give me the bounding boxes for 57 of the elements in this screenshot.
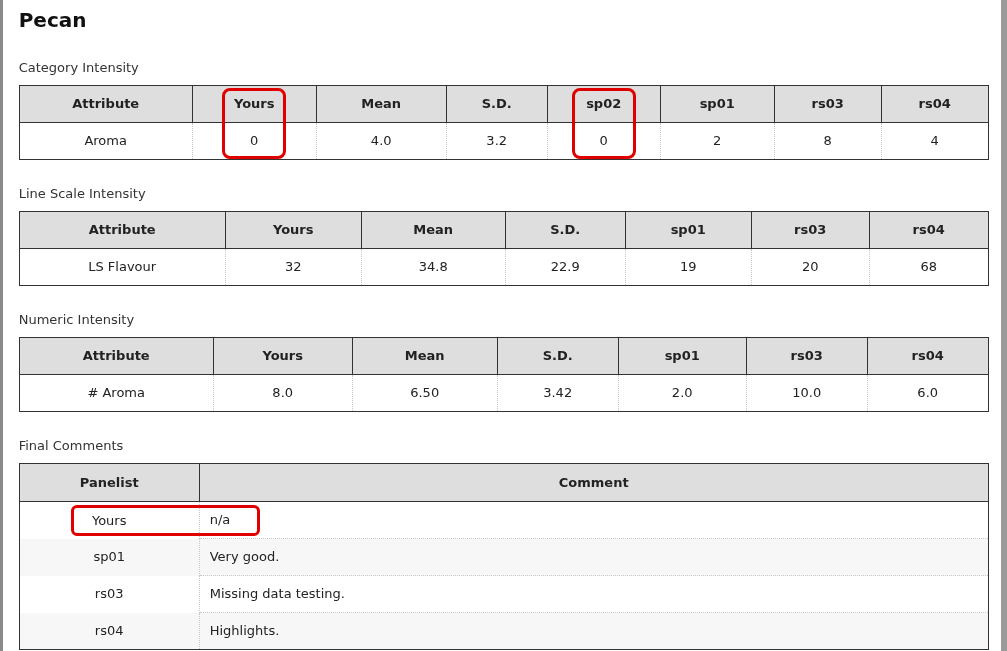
table-cell: 22.9: [505, 248, 626, 286]
column-header: Yours: [225, 211, 362, 249]
column-header: rs04: [869, 211, 989, 249]
comment-cell: n/a: [199, 501, 989, 539]
page-title: Pecan: [18, 7, 88, 34]
column-header: Attribute: [19, 337, 214, 375]
column-header: sp01: [660, 85, 775, 123]
column-header: sp01: [618, 337, 747, 375]
section-heading: Category Intensity: [18, 59, 140, 77]
column-header: Mean: [316, 85, 447, 123]
panelist-cell: sp01: [19, 538, 200, 576]
section-heading: Numeric Intensity: [18, 311, 136, 329]
column-header: rs03: [774, 85, 882, 123]
table-cell: LS Flavour: [19, 248, 226, 286]
column-header: Comment: [199, 463, 989, 502]
comment-cell: Missing data testing.: [199, 575, 989, 613]
column-header: Mean: [361, 211, 506, 249]
section-heading: Line Scale Intensity: [18, 185, 147, 203]
table-cell: 2.0: [618, 374, 747, 412]
column-header: Attribute: [19, 211, 226, 249]
table-cell: 3.42: [497, 374, 619, 412]
column-header: S.D.: [446, 85, 548, 123]
column-header: Panelist: [19, 463, 200, 502]
column-header: Yours: [213, 337, 353, 375]
table-cell: 6.0: [867, 374, 989, 412]
table-cell: 19: [625, 248, 752, 286]
table-cell: 8.0: [213, 374, 353, 412]
panelist-cell: rs04: [19, 612, 200, 650]
table-cell: 6.50: [352, 374, 498, 412]
table-cell: 4: [881, 122, 989, 160]
column-header: rs04: [867, 337, 989, 375]
column-header: rs04: [881, 85, 989, 123]
table-cell: 8: [774, 122, 882, 160]
comment-cell: Very good.: [199, 538, 989, 576]
column-header: Mean: [352, 337, 498, 375]
table-cell: 0: [547, 122, 661, 160]
column-header: sp01: [625, 211, 752, 249]
table-cell: 68: [869, 248, 989, 286]
column-header: Attribute: [19, 85, 193, 123]
panelist-cell: Yours: [19, 501, 200, 539]
table-cell: 34.8: [361, 248, 506, 286]
table-cell: # Aroma: [19, 374, 214, 412]
column-header: S.D.: [497, 337, 619, 375]
table-cell: 0: [192, 122, 317, 160]
table-cell: 4.0: [316, 122, 447, 160]
table-cell: 32: [225, 248, 362, 286]
column-header: S.D.: [505, 211, 626, 249]
table-cell: 20: [751, 248, 870, 286]
column-header: rs03: [746, 337, 868, 375]
panelist-cell: rs03: [19, 575, 200, 613]
table-cell: 10.0: [746, 374, 868, 412]
column-header: rs03: [751, 211, 870, 249]
table-cell: Aroma: [19, 122, 193, 160]
table-cell: 3.2: [446, 122, 548, 160]
table-cell: 2: [660, 122, 775, 160]
comment-cell: Highlights.: [199, 612, 989, 650]
section-heading: Final Comments: [18, 437, 125, 455]
